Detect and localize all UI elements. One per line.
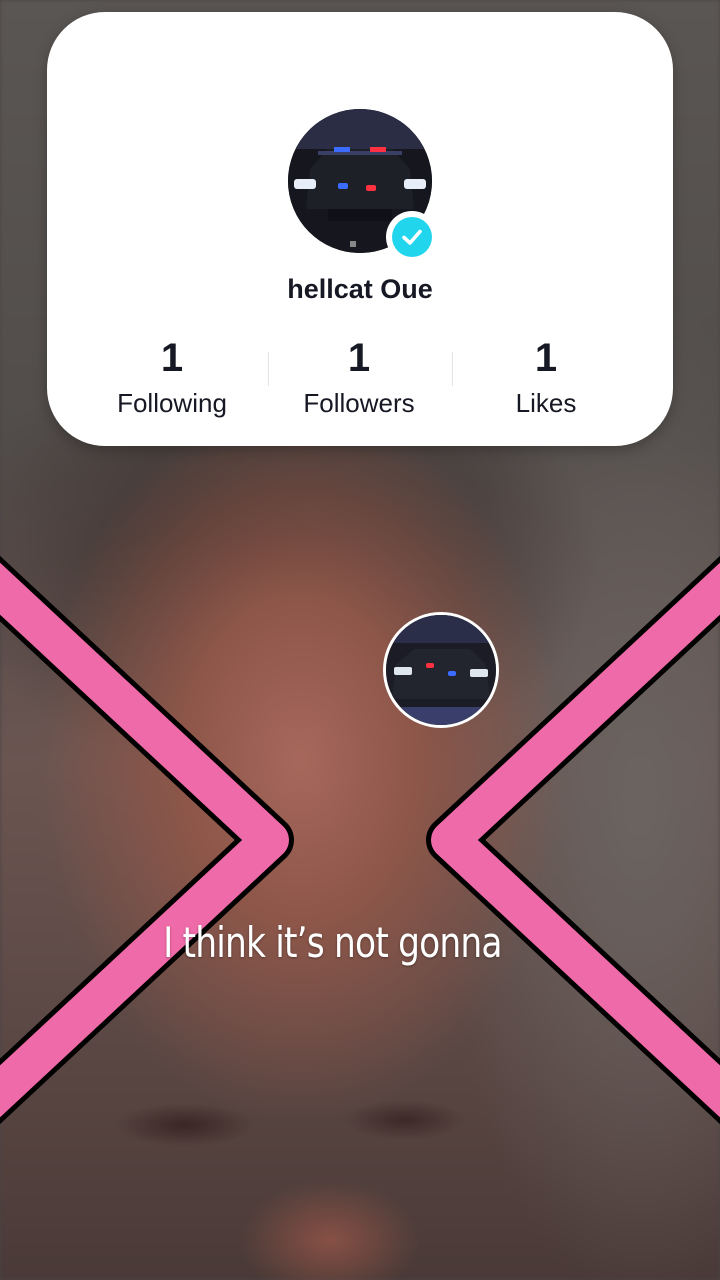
- overlay-avatar[interactable]: [383, 612, 499, 728]
- verified-badge: [386, 211, 438, 263]
- stat-following-count: 1: [160, 336, 184, 380]
- video-caption: I think it’s not gonna: [163, 918, 502, 967]
- profile-avatar[interactable]: [288, 109, 438, 263]
- stat-followers-label: Followers: [303, 388, 415, 418]
- checkmark-icon: [392, 217, 432, 257]
- police-car-photo-small: [386, 615, 496, 725]
- profile-stats: 1 Following 1 Followers 1 Likes: [47, 334, 673, 434]
- stat-divider: [268, 352, 269, 386]
- profile-card[interactable]: hellcat Oue 1 Following 1 Followers 1 Li…: [47, 12, 673, 446]
- stat-following-label: Following: [117, 388, 227, 418]
- username: hellcat Oue: [287, 274, 433, 304]
- pink-x-overlay: [0, 555, 720, 1125]
- stat-divider: [452, 352, 453, 386]
- stat-followers-count: 1: [347, 336, 371, 380]
- stat-likes[interactable]: 1 Likes: [456, 334, 636, 419]
- stat-following[interactable]: 1 Following: [82, 334, 262, 419]
- stat-likes-label: Likes: [515, 388, 577, 418]
- stat-followers[interactable]: 1 Followers: [269, 334, 449, 419]
- stat-likes-count: 1: [534, 336, 558, 380]
